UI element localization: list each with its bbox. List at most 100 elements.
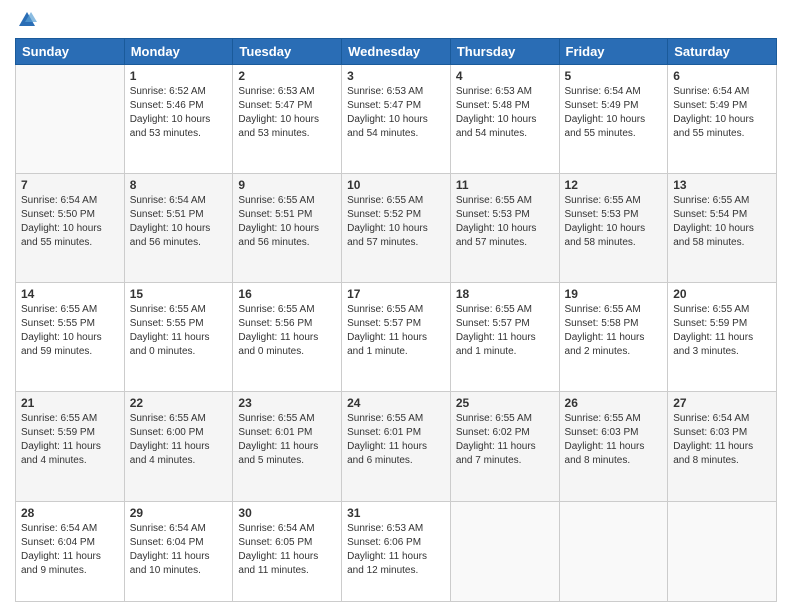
- day-number: 4: [456, 69, 554, 83]
- day-info: Sunrise: 6:53 AMSunset: 5:47 PMDaylight:…: [347, 85, 445, 141]
- day-number: 26: [565, 396, 663, 410]
- calendar-cell: 15Sunrise: 6:55 AMSunset: 5:55 PMDayligh…: [124, 283, 233, 392]
- day-number: 3: [347, 69, 445, 83]
- day-info: Sunrise: 6:54 AMSunset: 5:49 PMDaylight:…: [673, 85, 771, 141]
- day-info: Sunrise: 6:54 AMSunset: 6:04 PMDaylight:…: [21, 522, 119, 578]
- calendar-cell: 4 Sunrise: 6:53 AMSunset: 5:48 PMDaylight…: [450, 65, 559, 174]
- weekday-header: Thursday: [450, 39, 559, 65]
- day-info: Sunrise: 6:52 AMSunset: 5:46 PMDaylight:…: [130, 85, 228, 141]
- day-info: Sunrise: 6:55 AMSunset: 6:03 PMDaylight:…: [565, 412, 663, 468]
- day-info: Sunrise: 6:55 AMSunset: 5:59 PMDaylight:…: [673, 303, 771, 359]
- day-info: Sunrise: 6:55 AMSunset: 5:53 PMDaylight:…: [565, 194, 663, 250]
- calendar-cell: 21 Sunrise: 6:55 AMSunset: 5:59 PMDayligh…: [16, 392, 125, 501]
- calendar-week-row: 21 Sunrise: 6:55 AMSunset: 5:59 PMDayligh…: [16, 392, 777, 501]
- day-number: 15: [130, 287, 228, 301]
- day-info: Sunrise: 6:55 AMSunset: 5:51 PMDaylight:…: [238, 194, 336, 250]
- calendar-cell: 16Sunrise: 6:55 AMSunset: 5:56 PMDayligh…: [233, 283, 342, 392]
- day-info: Sunrise: 6:55 AMSunset: 5:59 PMDaylight:…: [21, 412, 119, 468]
- calendar-cell: 7Sunrise: 6:54 AMSunset: 5:50 PMDaylight…: [16, 174, 125, 283]
- calendar-header-row: SundayMondayTuesdayWednesdayThursdayFrid…: [16, 39, 777, 65]
- calendar-cell: [668, 501, 777, 602]
- day-info: Sunrise: 6:55 AMSunset: 6:01 PMDaylight:…: [238, 412, 336, 468]
- day-number: 11: [456, 178, 554, 192]
- day-info: Sunrise: 6:55 AMSunset: 6:02 PMDaylight:…: [456, 412, 554, 468]
- day-info: Sunrise: 6:55 AMSunset: 5:54 PMDaylight:…: [673, 194, 771, 250]
- day-info: Sunrise: 6:53 AMSunset: 5:48 PMDaylight:…: [456, 85, 554, 141]
- day-number: 27: [673, 396, 771, 410]
- weekday-header: Tuesday: [233, 39, 342, 65]
- day-number: 1: [130, 69, 228, 83]
- weekday-header: Friday: [559, 39, 668, 65]
- calendar-cell: 22 Sunrise: 6:55 AMSunset: 6:00 PMDayligh…: [124, 392, 233, 501]
- day-info: Sunrise: 6:54 AMSunset: 5:51 PMDaylight:…: [130, 194, 228, 250]
- calendar-week-row: 28 Sunrise: 6:54 AMSunset: 6:04 PMDayligh…: [16, 501, 777, 602]
- weekday-header: Wednesday: [342, 39, 451, 65]
- day-number: 25: [456, 396, 554, 410]
- day-number: 28: [21, 506, 119, 520]
- day-number: 12: [565, 178, 663, 192]
- calendar-cell: 5 Sunrise: 6:54 AMSunset: 5:49 PMDaylight…: [559, 65, 668, 174]
- day-number: 10: [347, 178, 445, 192]
- calendar-cell: 9 Sunrise: 6:55 AMSunset: 5:51 PMDaylight…: [233, 174, 342, 283]
- calendar-table: SundayMondayTuesdayWednesdayThursdayFrid…: [15, 38, 777, 602]
- day-info: Sunrise: 6:54 AMSunset: 6:05 PMDaylight:…: [238, 522, 336, 578]
- calendar-cell: 19 Sunrise: 6:55 AMSunset: 5:58 PMDayligh…: [559, 283, 668, 392]
- day-info: Sunrise: 6:55 AMSunset: 5:57 PMDaylight:…: [347, 303, 445, 359]
- day-number: 7: [21, 178, 119, 192]
- calendar-cell: 30 Sunrise: 6:54 AMSunset: 6:05 PMDayligh…: [233, 501, 342, 602]
- calendar-week-row: 7Sunrise: 6:54 AMSunset: 5:50 PMDaylight…: [16, 174, 777, 283]
- day-info: Sunrise: 6:54 AMSunset: 5:49 PMDaylight:…: [565, 85, 663, 141]
- calendar-cell: 24Sunrise: 6:55 AMSunset: 6:01 PMDayligh…: [342, 392, 451, 501]
- day-number: 18: [456, 287, 554, 301]
- calendar-cell: 1 Sunrise: 6:52 AMSunset: 5:46 PMDaylight…: [124, 65, 233, 174]
- weekday-header: Sunday: [16, 39, 125, 65]
- day-number: 16: [238, 287, 336, 301]
- day-number: 21: [21, 396, 119, 410]
- calendar-cell: 20 Sunrise: 6:55 AMSunset: 5:59 PMDayligh…: [668, 283, 777, 392]
- calendar-cell: 13 Sunrise: 6:55 AMSunset: 5:54 PMDayligh…: [668, 174, 777, 283]
- calendar-cell: 3 Sunrise: 6:53 AMSunset: 5:47 PMDaylight…: [342, 65, 451, 174]
- day-number: 8: [130, 178, 228, 192]
- calendar-week-row: 1 Sunrise: 6:52 AMSunset: 5:46 PMDaylight…: [16, 65, 777, 174]
- calendar-cell: 27 Sunrise: 6:54 AMSunset: 6:03 PMDayligh…: [668, 392, 777, 501]
- calendar-cell: 29Sunrise: 6:54 AMSunset: 6:04 PMDayligh…: [124, 501, 233, 602]
- day-number: 13: [673, 178, 771, 192]
- calendar-cell: 17Sunrise: 6:55 AMSunset: 5:57 PMDayligh…: [342, 283, 451, 392]
- day-number: 29: [130, 506, 228, 520]
- calendar-cell: 8 Sunrise: 6:54 AMSunset: 5:51 PMDaylight…: [124, 174, 233, 283]
- calendar-cell: 6 Sunrise: 6:54 AMSunset: 5:49 PMDaylight…: [668, 65, 777, 174]
- calendar-cell: 28 Sunrise: 6:54 AMSunset: 6:04 PMDayligh…: [16, 501, 125, 602]
- calendar-cell: [559, 501, 668, 602]
- weekday-header: Saturday: [668, 39, 777, 65]
- header: [15, 10, 777, 30]
- day-number: 23: [238, 396, 336, 410]
- day-info: Sunrise: 6:53 AMSunset: 5:47 PMDaylight:…: [238, 85, 336, 141]
- calendar-cell: 23 Sunrise: 6:55 AMSunset: 6:01 PMDayligh…: [233, 392, 342, 501]
- calendar-cell: 2 Sunrise: 6:53 AMSunset: 5:47 PMDaylight…: [233, 65, 342, 174]
- day-number: 24: [347, 396, 445, 410]
- day-number: 2: [238, 69, 336, 83]
- calendar-cell: 26 Sunrise: 6:55 AMSunset: 6:03 PMDayligh…: [559, 392, 668, 501]
- day-info: Sunrise: 6:55 AMSunset: 6:00 PMDaylight:…: [130, 412, 228, 468]
- calendar-week-row: 14Sunrise: 6:55 AMSunset: 5:55 PMDayligh…: [16, 283, 777, 392]
- day-number: 6: [673, 69, 771, 83]
- day-number: 19: [565, 287, 663, 301]
- day-number: 22: [130, 396, 228, 410]
- day-number: 30: [238, 506, 336, 520]
- calendar-cell: 18 Sunrise: 6:55 AMSunset: 5:57 PMDayligh…: [450, 283, 559, 392]
- day-number: 9: [238, 178, 336, 192]
- logo-icon: [17, 10, 37, 30]
- day-number: 31: [347, 506, 445, 520]
- calendar-cell: 10 Sunrise: 6:55 AMSunset: 5:52 PMDayligh…: [342, 174, 451, 283]
- calendar-cell: 25 Sunrise: 6:55 AMSunset: 6:02 PMDayligh…: [450, 392, 559, 501]
- calendar-cell: 11Sunrise: 6:55 AMSunset: 5:53 PMDayligh…: [450, 174, 559, 283]
- calendar-cell: [450, 501, 559, 602]
- day-info: Sunrise: 6:55 AMSunset: 5:58 PMDaylight:…: [565, 303, 663, 359]
- day-number: 20: [673, 287, 771, 301]
- day-info: Sunrise: 6:55 AMSunset: 5:52 PMDaylight:…: [347, 194, 445, 250]
- day-info: Sunrise: 6:53 AMSunset: 6:06 PMDaylight:…: [347, 522, 445, 578]
- day-info: Sunrise: 6:55 AMSunset: 5:57 PMDaylight:…: [456, 303, 554, 359]
- day-number: 5: [565, 69, 663, 83]
- day-info: Sunrise: 6:54 AMSunset: 6:03 PMDaylight:…: [673, 412, 771, 468]
- day-info: Sunrise: 6:55 AMSunset: 5:55 PMDaylight:…: [21, 303, 119, 359]
